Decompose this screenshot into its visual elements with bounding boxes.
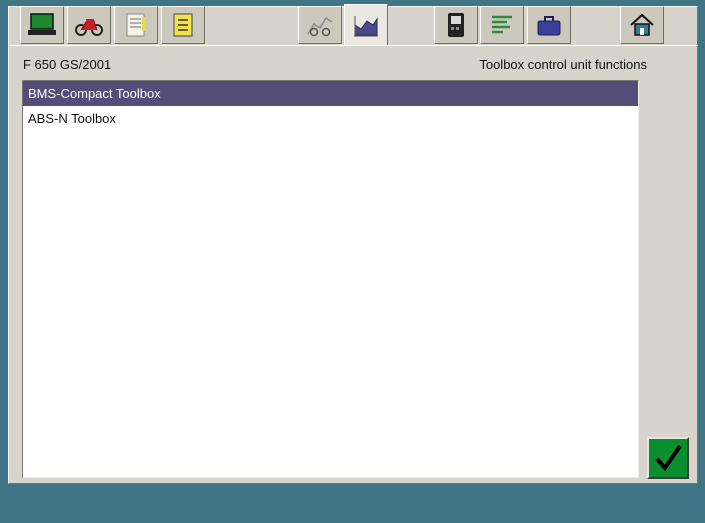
home-icon xyxy=(630,13,654,36)
text-lines-icon xyxy=(492,15,512,34)
checkmark-icon xyxy=(655,444,682,472)
toolbox-list[interactable]: BMS-Compact Toolbox ABS-N Toolbox xyxy=(22,80,639,478)
toolbox-icon xyxy=(537,16,561,36)
motorcycle-graph-icon xyxy=(307,16,333,37)
tab-chart[interactable] xyxy=(344,4,388,46)
tab-checklist[interactable] xyxy=(161,6,205,44)
vehicle-label: F 650 GS/2001 xyxy=(23,57,112,72)
tab-toolbox[interactable] xyxy=(527,6,571,44)
confirm-button[interactable] xyxy=(647,437,689,479)
tab-text-lines[interactable] xyxy=(480,6,524,44)
checklist-icon xyxy=(173,13,193,37)
tab-divider xyxy=(8,45,698,46)
tab-home[interactable] xyxy=(620,6,664,44)
laptop-icon xyxy=(28,13,56,35)
chart-icon xyxy=(354,15,378,36)
document-list-icon xyxy=(126,13,145,37)
list-item[interactable]: ABS-N Toolbox xyxy=(23,106,638,131)
list-item[interactable]: BMS-Compact Toolbox xyxy=(23,81,638,106)
tab-motorcycle-graph[interactable] xyxy=(298,6,342,44)
tab-motorcycle[interactable] xyxy=(67,6,111,44)
tab-diagnostic-device[interactable] xyxy=(434,6,478,44)
motorcycle-icon xyxy=(75,19,103,36)
diagnostic-device-icon xyxy=(448,13,464,37)
tab-laptop[interactable] xyxy=(20,6,64,44)
tab-documents[interactable] xyxy=(114,6,158,44)
screen-title: Toolbox control unit functions xyxy=(479,57,647,72)
